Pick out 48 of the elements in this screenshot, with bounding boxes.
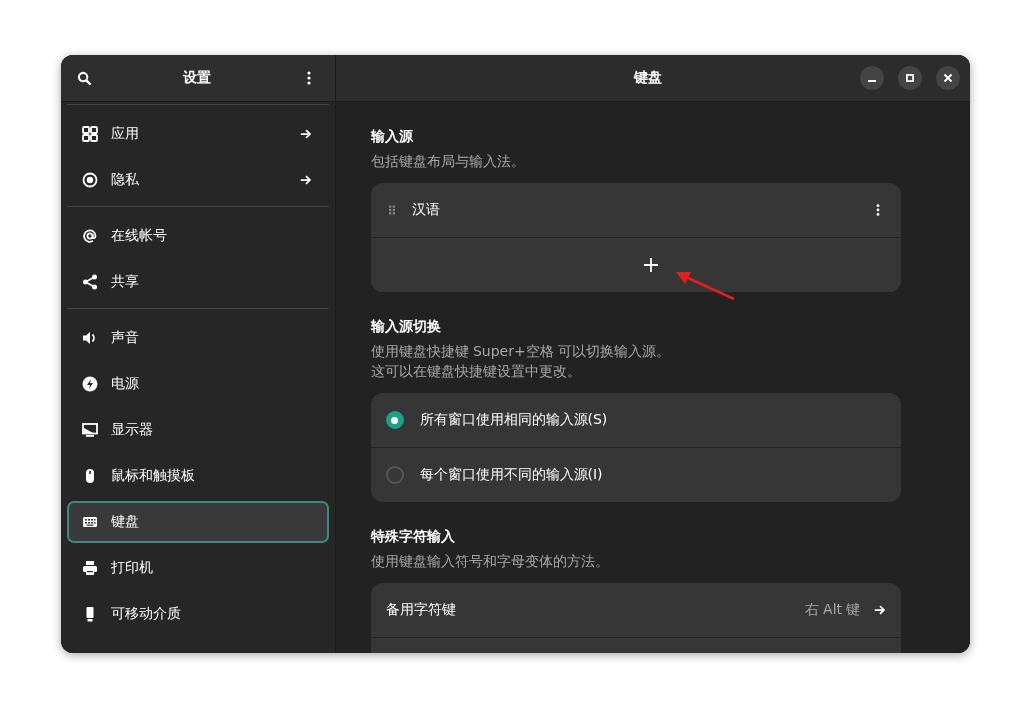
plus-icon — [642, 257, 659, 273]
section-description: 使用键盘快捷键 Super+空格 可以切换输入源。 — [370, 342, 672, 361]
at-sign-icon — [82, 228, 98, 244]
sidebar-item[interactable]: 在线帐号 — [67, 215, 329, 257]
close-icon — [941, 71, 955, 85]
arrow-right-icon — [872, 603, 887, 617]
minimize-button[interactable] — [860, 66, 884, 90]
close-button[interactable] — [936, 66, 960, 90]
sidebar-item[interactable]: 隐私 — [67, 159, 329, 201]
page-title: 键盘 — [634, 69, 662, 87]
radio-option[interactable]: 每个窗口使用不同的输入源(I) — [370, 447, 901, 502]
settings-row[interactable]: 备用字符键 右 Alt 键 — [370, 583, 901, 637]
sidebar-item[interactable]: 应用 — [67, 113, 329, 155]
sidebar-item[interactable]: 显示器 — [67, 409, 329, 451]
radio-button[interactable] — [385, 466, 404, 484]
speaker-icon — [82, 330, 98, 346]
lightning-icon — [82, 376, 98, 392]
sidebar-item[interactable]: 可移动介质 — [67, 593, 329, 635]
annotation-arrow — [674, 271, 736, 301]
search-icon — [77, 70, 92, 86]
minimize-icon — [868, 80, 876, 82]
printer-icon — [82, 560, 98, 576]
share-icon — [82, 274, 98, 290]
maximize-icon — [903, 71, 917, 85]
input-source-label: 汉语 — [411, 201, 441, 219]
monitor-icon — [82, 422, 98, 438]
section-heading: 特殊字符输入 — [370, 527, 456, 546]
keyboard-icon — [82, 514, 98, 530]
radio-button[interactable] — [385, 411, 404, 429]
row-label: 备用字符键 — [385, 601, 457, 619]
sidebar-item[interactable]: 声音 — [67, 317, 329, 359]
sidebar-item[interactable]: 鼠标和触摸板 — [67, 455, 329, 497]
sidebar-item[interactable]: 共享 — [67, 261, 329, 303]
sidebar-item[interactable]: 打印机 — [67, 547, 329, 589]
section-description: 使用键盘输入符号和字母变体的方法。 — [370, 552, 610, 571]
section-heading: 输入源切换 — [370, 317, 442, 336]
row-value: 右 Alt 键 — [804, 601, 861, 619]
grid-icon — [82, 126, 98, 142]
section-description: 这可以在键盘快捷键设置中更改。 — [370, 362, 582, 381]
sidebar-title: 设置 — [182, 69, 211, 87]
sidebar-item[interactable]: 电源 — [67, 363, 329, 405]
target-icon — [82, 172, 98, 188]
section-description: 包括键盘布局与输入法。 — [370, 152, 526, 171]
maximize-button[interactable] — [898, 66, 922, 90]
section-heading: 输入源 — [370, 127, 414, 146]
sidebar-item[interactable]: 键盘 — [67, 501, 329, 543]
radio-option[interactable]: 所有窗口使用相同的输入源(S) — [370, 393, 901, 447]
add-input-source-button[interactable] — [370, 237, 901, 292]
